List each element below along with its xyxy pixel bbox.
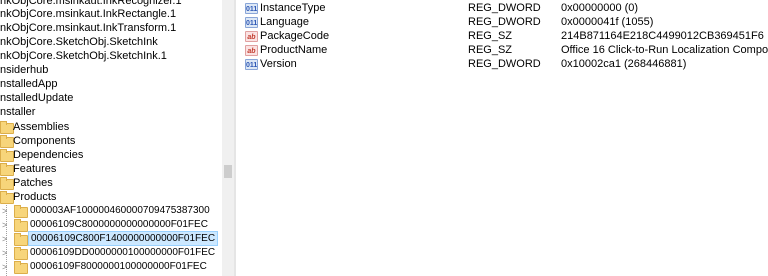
- dword-icon: 011: [245, 59, 258, 70]
- value-data: Office 16 Click-to-Run Localization Comp…: [561, 44, 768, 56]
- registry-key-tree: nkObjCore.msinkaut.InkRecognizer.1 nkObj…: [0, 0, 222, 276]
- tree-item-product-key-selected[interactable]: > 00006109C800F1400000000000F01FEC: [0, 231, 222, 246]
- expand-chevron-icon[interactable]: >: [2, 218, 7, 232]
- tree-item-products[interactable]: Products: [0, 190, 222, 204]
- tree-item-label: nsiderhub: [0, 64, 49, 76]
- registry-values-list: 011 InstanceType REG_DWORD 0x00000000 (0…: [236, 0, 768, 276]
- folder-icon: [14, 233, 28, 246]
- value-data: 214B871164E218C4499012CB369451F6: [561, 30, 764, 42]
- tree-item-label: 00006109F8000000100000000F01FEC: [30, 261, 207, 272]
- dword-icon: 011: [245, 3, 258, 14]
- tree-item-label: 00006109C8000000000000000F01FEC: [30, 219, 208, 230]
- folder-icon: [0, 135, 14, 148]
- value-type: REG_DWORD: [468, 16, 541, 28]
- tree-item-features[interactable]: Features: [0, 162, 222, 176]
- string-icon: ab: [245, 45, 258, 56]
- tree-item-label: Products: [13, 191, 57, 203]
- dword-icon: 011: [245, 17, 258, 28]
- tree-item-label: nkObjCore.SketchObj.SketchInk: [0, 36, 158, 48]
- tree-item-label: nstaller: [0, 106, 36, 118]
- tree-item-label: 00006109DD0000000100000000F01FEC: [30, 247, 216, 258]
- folder-icon: [0, 149, 14, 162]
- tree-item-label: Assemblies: [13, 121, 70, 133]
- tree-item-label: 00006109C800F1400000000000F01FEC: [28, 231, 219, 246]
- tree-item-label: nkObjCore.SketchObj.SketchInk.1: [0, 50, 167, 62]
- tree-item-label: Patches: [13, 177, 53, 189]
- tree-item-label: Features: [13, 163, 57, 175]
- value-name: Version: [260, 58, 297, 70]
- tree-item-product-key[interactable]: > 00006109F8000000100000000F01FEC: [0, 260, 222, 274]
- tree-item-label: nkObjCore.msinkaut.InkTransform.1: [0, 22, 177, 34]
- value-name: PackageCode: [260, 30, 330, 42]
- folder-icon: [14, 247, 28, 260]
- value-data: 0x00000000 (0): [561, 2, 639, 14]
- tree-item-patches[interactable]: Patches: [0, 176, 222, 190]
- folder-icon: [0, 163, 14, 176]
- tree-item-label: Dependencies: [13, 149, 84, 161]
- tree-item-dependencies[interactable]: Dependencies: [0, 148, 222, 162]
- folder-icon: [14, 261, 28, 274]
- tree-scrollbar[interactable]: [222, 0, 234, 276]
- value-name: Language: [260, 16, 309, 28]
- folder-icon: [0, 177, 14, 190]
- tree-item-product-key[interactable]: > 00006109C8000000000000000F01FEC: [0, 218, 222, 232]
- expand-chevron-icon[interactable]: >: [2, 246, 7, 260]
- folder-open-icon: [0, 191, 14, 204]
- tree-item-assemblies[interactable]: Assemblies: [0, 120, 222, 134]
- value-data: 0x0000041f (1055): [561, 16, 654, 28]
- tree-item-product-key[interactable]: > 000003AF100000460000709475387300: [0, 204, 222, 218]
- tree-item-product-key[interactable]: > 00006109DD0000000100000000F01FEC: [0, 246, 222, 260]
- folder-icon: [14, 219, 28, 232]
- value-row[interactable]: ab PackageCode REG_SZ 214B871164E218C449…: [236, 30, 768, 42]
- value-row[interactable]: 011 Language REG_DWORD 0x0000041f (1055): [236, 16, 768, 28]
- folder-icon: [0, 121, 14, 134]
- scrollbar-thumb[interactable]: [224, 165, 232, 178]
- value-row[interactable]: ab ProductName REG_SZ Office 16 Click-to…: [236, 44, 768, 56]
- string-icon: ab: [245, 31, 258, 42]
- value-name: InstanceType: [260, 2, 326, 14]
- tree-item-label: Components: [13, 135, 76, 147]
- value-row[interactable]: 011 InstanceType REG_DWORD 0x00000000 (0…: [236, 2, 768, 14]
- value-type: REG_SZ: [468, 30, 513, 42]
- expand-chevron-icon[interactable]: >: [2, 232, 7, 246]
- expand-chevron-icon[interactable]: >: [2, 260, 7, 274]
- expand-chevron-icon[interactable]: >: [2, 204, 7, 218]
- value-name: ProductName: [260, 44, 328, 56]
- value-type: REG_SZ: [468, 44, 513, 56]
- tree-item-label: nkObjCore.msinkaut.InkRectangle.1: [0, 8, 177, 20]
- tree-item-label: nstalledUpdate: [0, 92, 74, 104]
- tree-item-label: 000003AF100000460000709475387300: [30, 205, 210, 216]
- tree-item-label: nstalledApp: [0, 78, 58, 90]
- value-type: REG_DWORD: [468, 58, 541, 70]
- value-type: REG_DWORD: [468, 2, 541, 14]
- value-data: 0x10002ca1 (268446881): [561, 58, 687, 70]
- value-row[interactable]: 011 Version REG_DWORD 0x10002ca1 (268446…: [236, 58, 768, 70]
- tree-item-components[interactable]: Components: [0, 134, 222, 148]
- folder-icon: [14, 205, 28, 218]
